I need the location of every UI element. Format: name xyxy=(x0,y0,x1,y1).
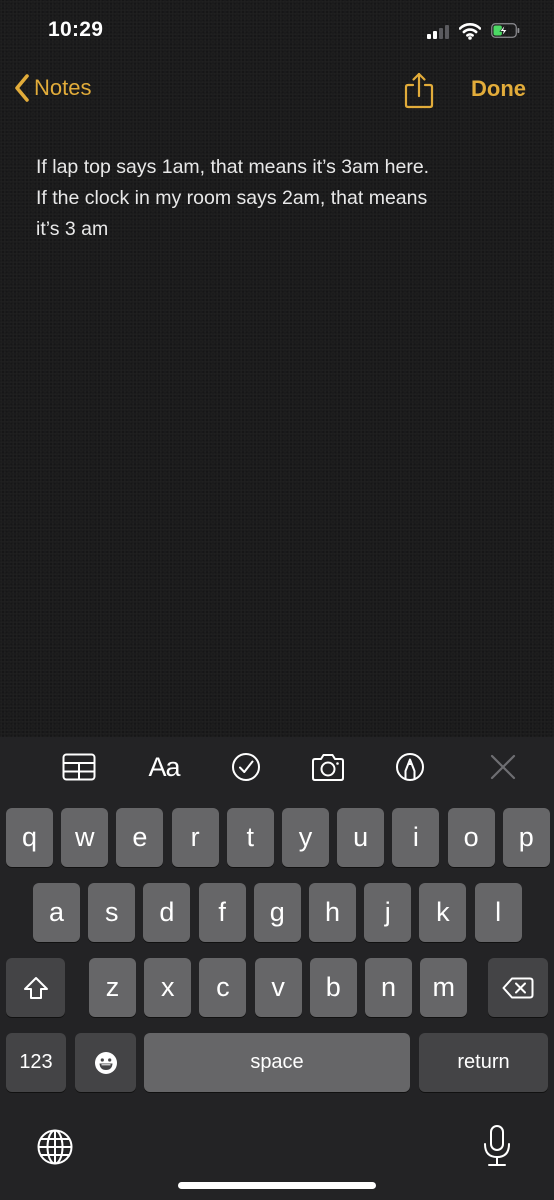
signal-bar xyxy=(445,25,449,39)
space-key[interactable]: space xyxy=(144,1033,410,1092)
emoji-key[interactable] xyxy=(75,1033,136,1092)
numbers-key[interactable]: 123 xyxy=(6,1033,66,1092)
chevron-left-icon xyxy=(15,74,29,102)
status-time: 10:29 xyxy=(48,18,104,41)
signal-bar xyxy=(439,28,443,39)
key-w[interactable]: w xyxy=(61,808,109,867)
key-v[interactable]: v xyxy=(254,958,302,1017)
note-line: If lap top says 1am, that means it’s 3am… xyxy=(36,156,430,178)
key-x[interactable]: x xyxy=(144,958,192,1017)
key-j[interactable]: j xyxy=(364,883,412,942)
camera-button[interactable] xyxy=(308,749,348,785)
home-indicator[interactable] xyxy=(178,1182,376,1189)
microphone-icon xyxy=(484,1125,510,1166)
key-p[interactable]: p xyxy=(502,808,550,867)
share-button[interactable] xyxy=(404,71,434,109)
close-icon xyxy=(490,754,516,780)
key-h[interactable]: h xyxy=(309,883,356,942)
key-e[interactable]: e xyxy=(116,808,164,867)
key-q[interactable]: q xyxy=(6,808,53,867)
key-n[interactable]: n xyxy=(365,958,412,1017)
shift-icon xyxy=(23,976,48,999)
checklist-button[interactable] xyxy=(226,749,266,785)
key-d[interactable]: d xyxy=(143,883,191,942)
markup-button[interactable] xyxy=(390,749,430,785)
battery-icon xyxy=(491,23,520,38)
camera-icon xyxy=(312,754,344,781)
key-o[interactable]: o xyxy=(447,808,495,867)
text-format-button[interactable]: Aa xyxy=(144,749,184,785)
table-icon xyxy=(62,753,96,781)
share-icon xyxy=(404,72,434,109)
key-z[interactable]: z xyxy=(89,958,136,1017)
key-a[interactable]: a xyxy=(33,883,80,942)
signal-bar xyxy=(433,31,437,39)
backspace-icon xyxy=(502,977,534,998)
note-line: If the clock in my room says 2am, that m… xyxy=(36,187,428,209)
key-l[interactable]: l xyxy=(474,883,522,942)
cellular-signal-icon xyxy=(427,25,451,39)
dictation-button[interactable] xyxy=(482,1124,512,1168)
key-k[interactable]: k xyxy=(419,883,467,942)
done-button[interactable]: Done xyxy=(471,76,526,102)
table-button[interactable] xyxy=(59,749,99,785)
close-toolbar-button[interactable] xyxy=(483,749,523,785)
checklist-icon xyxy=(232,753,260,781)
emoji-icon xyxy=(94,1051,117,1074)
return-key[interactable]: return xyxy=(419,1033,548,1092)
formatting-toolbar: Aa xyxy=(0,737,554,797)
back-button[interactable]: Notes xyxy=(14,74,91,102)
signal-bar xyxy=(427,34,431,39)
key-c[interactable]: c xyxy=(199,958,247,1017)
key-y[interactable]: y xyxy=(282,808,329,867)
note-body-editor[interactable]: If lap top says 1am, that means it’s 3am… xyxy=(36,152,526,245)
back-button-label: Notes xyxy=(34,75,92,100)
globe-icon xyxy=(37,1129,73,1165)
key-s[interactable]: s xyxy=(88,883,136,942)
text-format-icon: Aa xyxy=(148,751,180,782)
globe-keyboard-switch-button[interactable] xyxy=(36,1128,74,1166)
wifi-icon xyxy=(459,23,481,40)
key-t[interactable]: t xyxy=(226,808,274,867)
key-g[interactable]: g xyxy=(253,883,301,942)
navigation-bar: Notes Done xyxy=(0,65,554,115)
key-f[interactable]: f xyxy=(198,883,246,942)
note-line: it’s 3 am xyxy=(36,218,109,240)
key-m[interactable]: m xyxy=(420,958,468,1017)
markup-pen-icon xyxy=(396,753,424,781)
status-bar: 10:29 xyxy=(0,0,554,60)
delete-key[interactable] xyxy=(488,958,548,1017)
key-u[interactable]: u xyxy=(337,808,385,867)
key-b[interactable]: b xyxy=(309,958,357,1017)
shift-key[interactable] xyxy=(6,958,65,1017)
key-r[interactable]: r xyxy=(171,808,219,867)
key-i[interactable]: i xyxy=(392,808,440,867)
